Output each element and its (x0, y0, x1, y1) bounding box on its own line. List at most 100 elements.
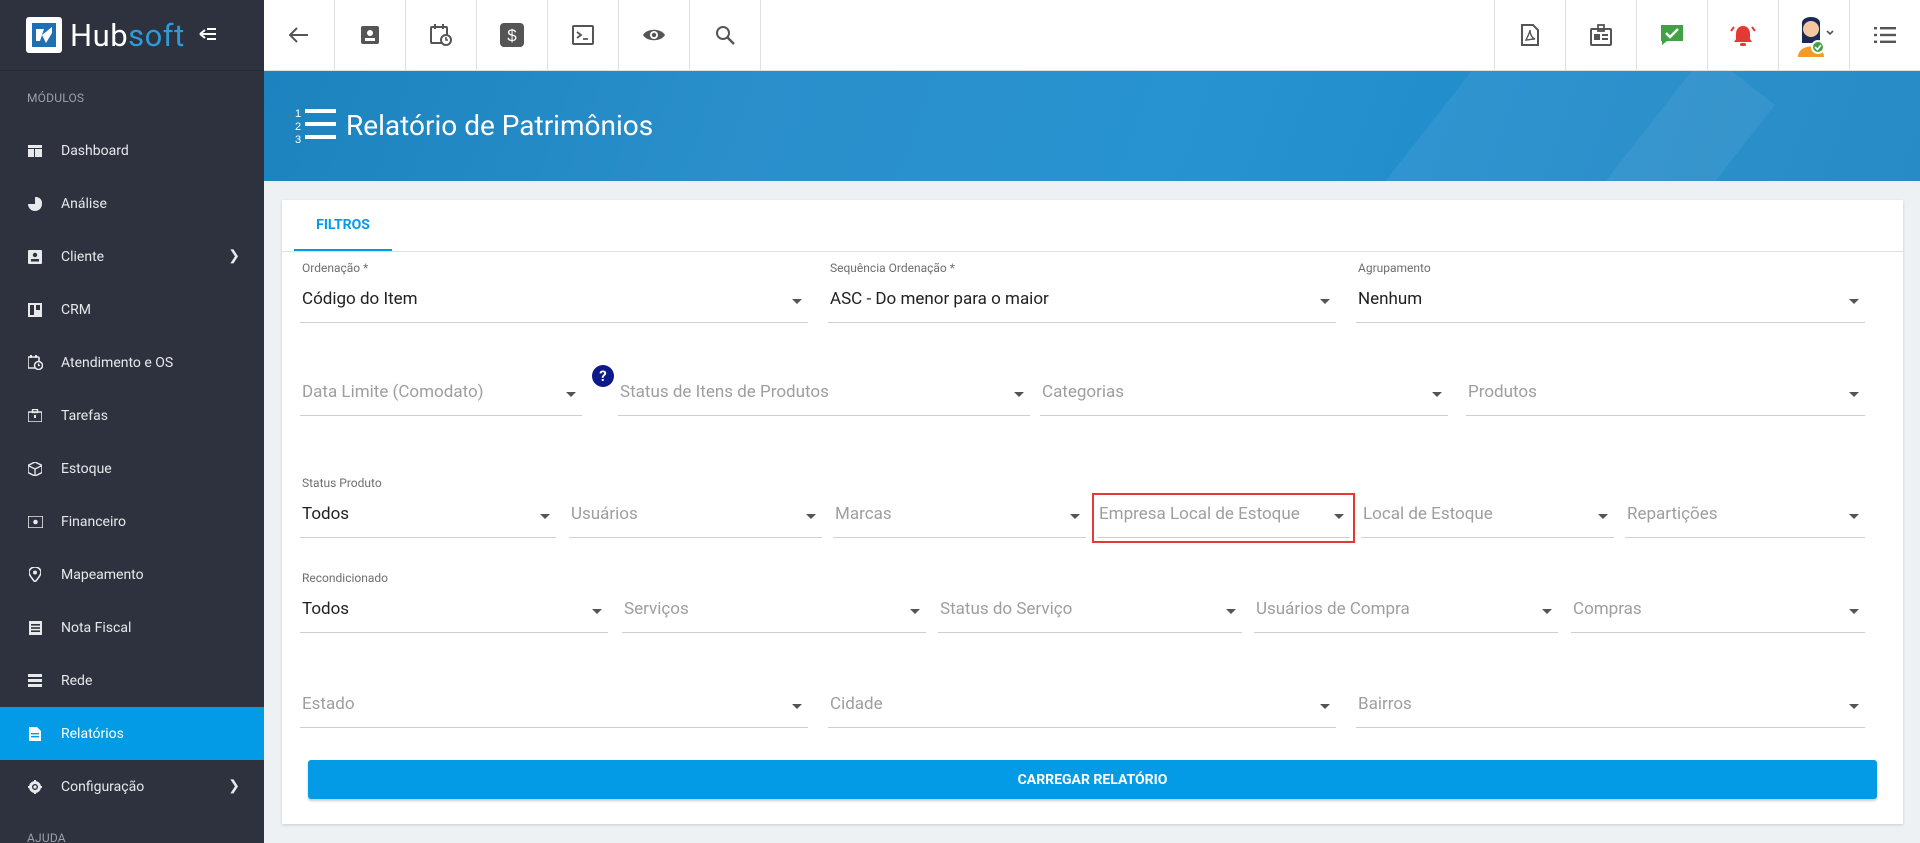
list-icon (1874, 27, 1896, 43)
ordenacao-select[interactable]: Ordenação * Código do Item (300, 261, 808, 323)
field-label: Status Produto (302, 476, 382, 490)
terminal-icon (572, 25, 594, 45)
pdf-file-icon (1521, 24, 1539, 46)
sequencia-ordenacao-select[interactable]: Sequência Ordenação * ASC - Do menor par… (828, 261, 1336, 323)
local-estoque-select[interactable]: Local de Estoque (1361, 498, 1614, 538)
dropdown-arrow-icon (1849, 609, 1859, 614)
dollar-icon: $ (500, 23, 524, 47)
list-menu-button[interactable] (1849, 0, 1920, 70)
chevron-right-icon: ❯ (228, 777, 240, 794)
back-button[interactable] (264, 0, 335, 70)
report-icon (27, 726, 43, 742)
sidebar-item-crm[interactable]: CRM (0, 283, 264, 336)
field-value: Todos (302, 599, 350, 619)
search-icon (716, 26, 735, 45)
finance-button[interactable]: $ (477, 0, 548, 70)
clients-button[interactable] (335, 0, 406, 70)
compras-select[interactable]: Compras (1571, 593, 1865, 633)
help-icon[interactable]: ? (592, 365, 614, 387)
field-label: Recondicionado (302, 571, 389, 585)
sidebar-item-relatorios[interactable]: Relatórios (0, 707, 264, 760)
sidebar-item-cliente[interactable]: Cliente ❯ (0, 230, 264, 283)
field-placeholder: Categorias (1042, 382, 1125, 402)
cidade-select[interactable]: Cidade (828, 688, 1336, 728)
load-report-button[interactable]: CARREGAR RELATÓRIO (308, 760, 1877, 799)
pdf-button[interactable] (1494, 0, 1565, 70)
sidebar-item-nota-fiscal[interactable]: Nota Fiscal (0, 601, 264, 654)
sidebar-item-label: CRM (61, 301, 91, 318)
field-label: Ordenação * (302, 261, 369, 275)
check-message-icon (1661, 25, 1683, 45)
tab-bar: FILTROS (282, 200, 1903, 252)
briefcase-icon (27, 408, 43, 424)
arrow-left-icon (289, 27, 308, 43)
sidebar: Hubsoft MÓDULOS Dashboard Análise Client… (0, 0, 264, 843)
sidebar-item-label: Estoque (61, 460, 112, 477)
page-header: 123 Relatório de Patrimônios (264, 71, 1920, 181)
sidebar-item-label: Tarefas (61, 407, 108, 424)
section-modules: MÓDULOS (27, 90, 85, 105)
collapse-sidebar-icon[interactable] (199, 25, 217, 46)
data-limite-select[interactable]: Data Limite (Comodato) (300, 376, 582, 416)
recondicionado-select[interactable]: Recondicionado Todos (300, 571, 608, 633)
dropdown-arrow-icon (1226, 609, 1236, 614)
sidebar-item-rede[interactable]: Rede (0, 654, 264, 707)
field-placeholder: Status do Serviço (940, 599, 1073, 619)
calendar-clock-icon (27, 355, 43, 371)
marcas-select[interactable]: Marcas (833, 498, 1086, 538)
notifications-button[interactable] (1707, 0, 1778, 70)
numbered-list-icon: 123 (295, 108, 336, 145)
dropdown-arrow-icon (1334, 514, 1344, 519)
logo-bar: Hubsoft (0, 0, 264, 71)
sidebar-item-estoque[interactable]: Estoque (0, 442, 264, 495)
status-servico-select[interactable]: Status do Serviço (938, 593, 1242, 633)
produtos-select[interactable]: Produtos (1466, 376, 1865, 416)
categorias-select[interactable]: Categorias (1040, 376, 1448, 416)
filter-card: FILTROS Ordenação * Código do Item Sequê… (282, 200, 1903, 824)
field-placeholder: Empresa Local de Estoque (1099, 504, 1300, 524)
contact-card-icon (361, 26, 379, 44)
svg-text:$: $ (507, 26, 517, 45)
search-button[interactable] (690, 0, 761, 70)
status-itens-select[interactable]: Status de Itens de Produtos (618, 376, 1030, 416)
dropdown-arrow-icon (1849, 514, 1859, 519)
sidebar-item-analise[interactable]: Análise (0, 177, 264, 230)
field-placeholder: Cidade (830, 694, 883, 714)
usuarios-select[interactable]: Usuários (569, 498, 822, 538)
empresa-local-estoque-select[interactable]: Empresa Local de Estoque (1092, 493, 1355, 543)
dropdown-arrow-icon (1542, 609, 1552, 614)
field-label: Sequência Ordenação * (830, 261, 955, 275)
field-placeholder: Status de Itens de Produtos (620, 382, 829, 402)
servicos-select[interactable]: Serviços (622, 593, 926, 633)
dropdown-arrow-icon (806, 514, 816, 519)
sidebar-item-financeiro[interactable]: Financeiro (0, 495, 264, 548)
approved-tasks-button[interactable] (1636, 0, 1707, 70)
sidebar-item-label: Relatórios (61, 725, 124, 742)
estado-select[interactable]: Estado (300, 688, 808, 728)
usuarios-compra-select[interactable]: Usuários de Compra (1254, 593, 1558, 633)
sidebar-item-mapeamento[interactable]: Mapeamento (0, 548, 264, 601)
sidebar-item-atendimento[interactable]: Atendimento e OS (0, 336, 264, 389)
id-badge-button[interactable] (1565, 0, 1636, 70)
dropdown-arrow-icon (792, 704, 802, 709)
field-placeholder: Usuários (571, 504, 638, 524)
sidebar-item-tarefas[interactable]: Tarefas (0, 389, 264, 442)
reparticoes-select[interactable]: Repartições (1625, 498, 1865, 538)
view-button[interactable] (619, 0, 690, 70)
schedule-button[interactable] (406, 0, 477, 70)
sidebar-item-label: Análise (61, 195, 107, 212)
field-placeholder: Repartições (1627, 504, 1718, 524)
tab-filtros[interactable]: FILTROS (294, 200, 392, 251)
dropdown-arrow-icon (592, 609, 602, 614)
sidebar-item-dashboard[interactable]: Dashboard (0, 124, 264, 177)
agrupamento-select[interactable]: Agrupamento Nenhum (1356, 261, 1865, 323)
dropdown-arrow-icon (1070, 514, 1080, 519)
status-produto-select[interactable]: Status Produto Todos (300, 476, 556, 538)
user-menu-button[interactable] (1778, 0, 1849, 70)
sidebar-item-label: Rede (61, 672, 93, 689)
sidebar-item-configuracao[interactable]: Configuração ❯ (0, 760, 264, 813)
bairros-select[interactable]: Bairros (1356, 688, 1865, 728)
terminal-button[interactable] (548, 0, 619, 70)
field-placeholder: Local de Estoque (1363, 504, 1493, 524)
